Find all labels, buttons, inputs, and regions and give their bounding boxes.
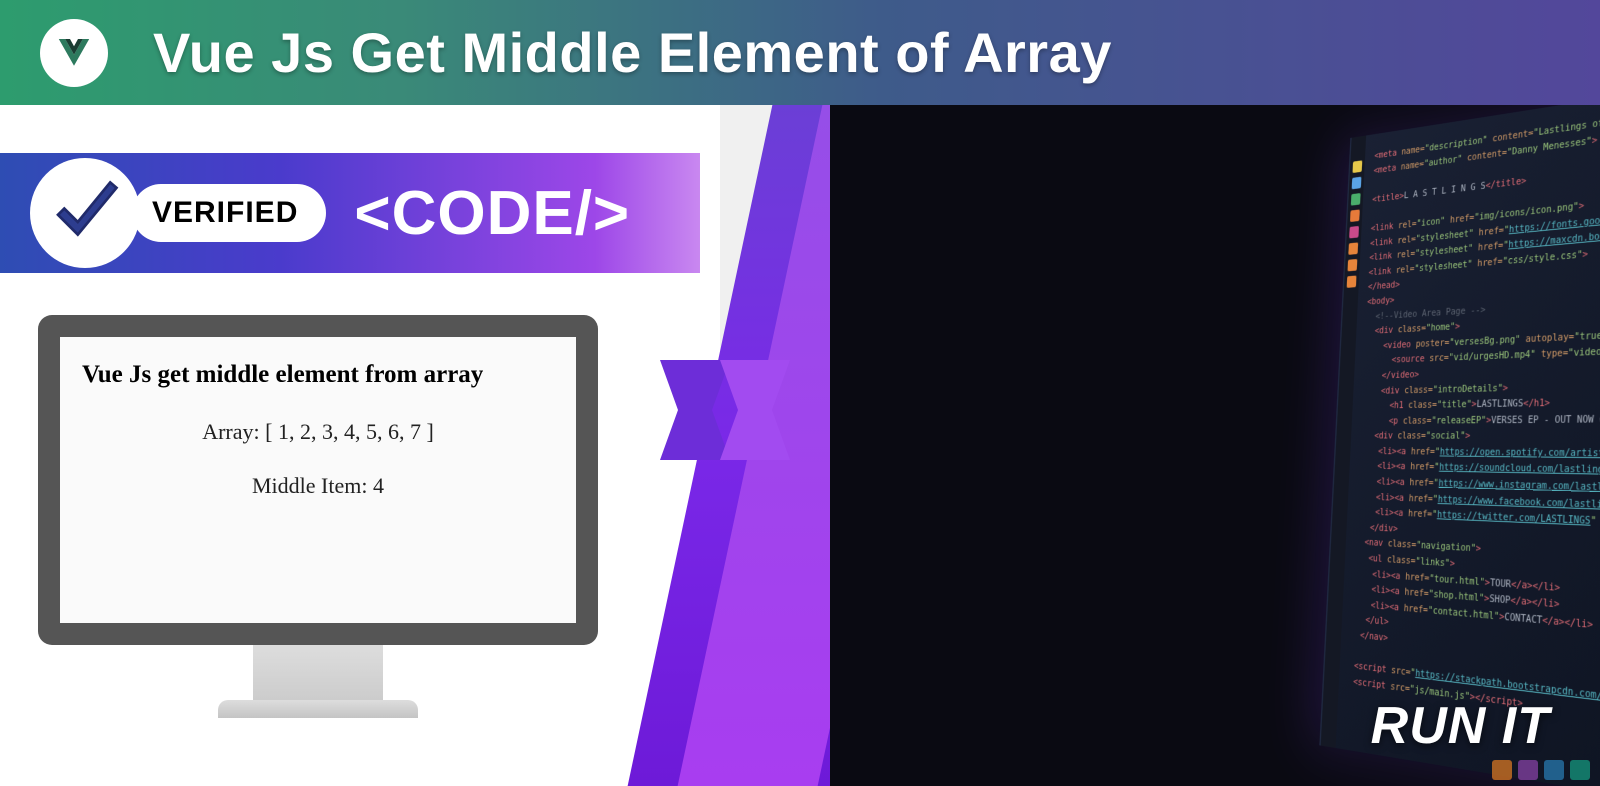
monitor-screen: Vue Js get middle element from array Arr…: [38, 315, 598, 645]
code-editor-panel: <meta name="description" content="Lastli…: [830, 105, 1600, 786]
demo-output: Vue Js get middle element from array Arr…: [60, 337, 576, 623]
taskbar-icons: [1492, 760, 1590, 780]
monitor-base: [218, 700, 418, 718]
demo-heading: Vue Js get middle element from array: [78, 361, 558, 389]
header-bar: Vue Js Get Middle Element of Array: [0, 0, 1600, 105]
code-line: <div class="social">: [1355, 427, 1600, 444]
monitor-stand: [253, 645, 383, 700]
verified-label: VERIFIED: [132, 184, 326, 242]
chevron-accent-icon: [660, 360, 800, 460]
demo-array-line: Array: [ 1, 2, 3, 4, 5, 6, 7 ]: [78, 419, 558, 445]
vue-logo-icon: [40, 19, 108, 87]
demo-middle-line: Middle Item: 4: [78, 473, 558, 499]
monitor-mockup: Vue Js get middle element from array Arr…: [38, 315, 598, 718]
code-line: <p class="releaseEP">VERSES EP - OUT NOW…: [1356, 410, 1600, 429]
run-it-button[interactable]: RUN IT: [1371, 696, 1550, 756]
verified-check-icon: [30, 158, 140, 268]
code-editor-window: <meta name="description" content="Lastli…: [1319, 105, 1600, 786]
page-title: Vue Js Get Middle Element of Array: [153, 20, 1112, 85]
